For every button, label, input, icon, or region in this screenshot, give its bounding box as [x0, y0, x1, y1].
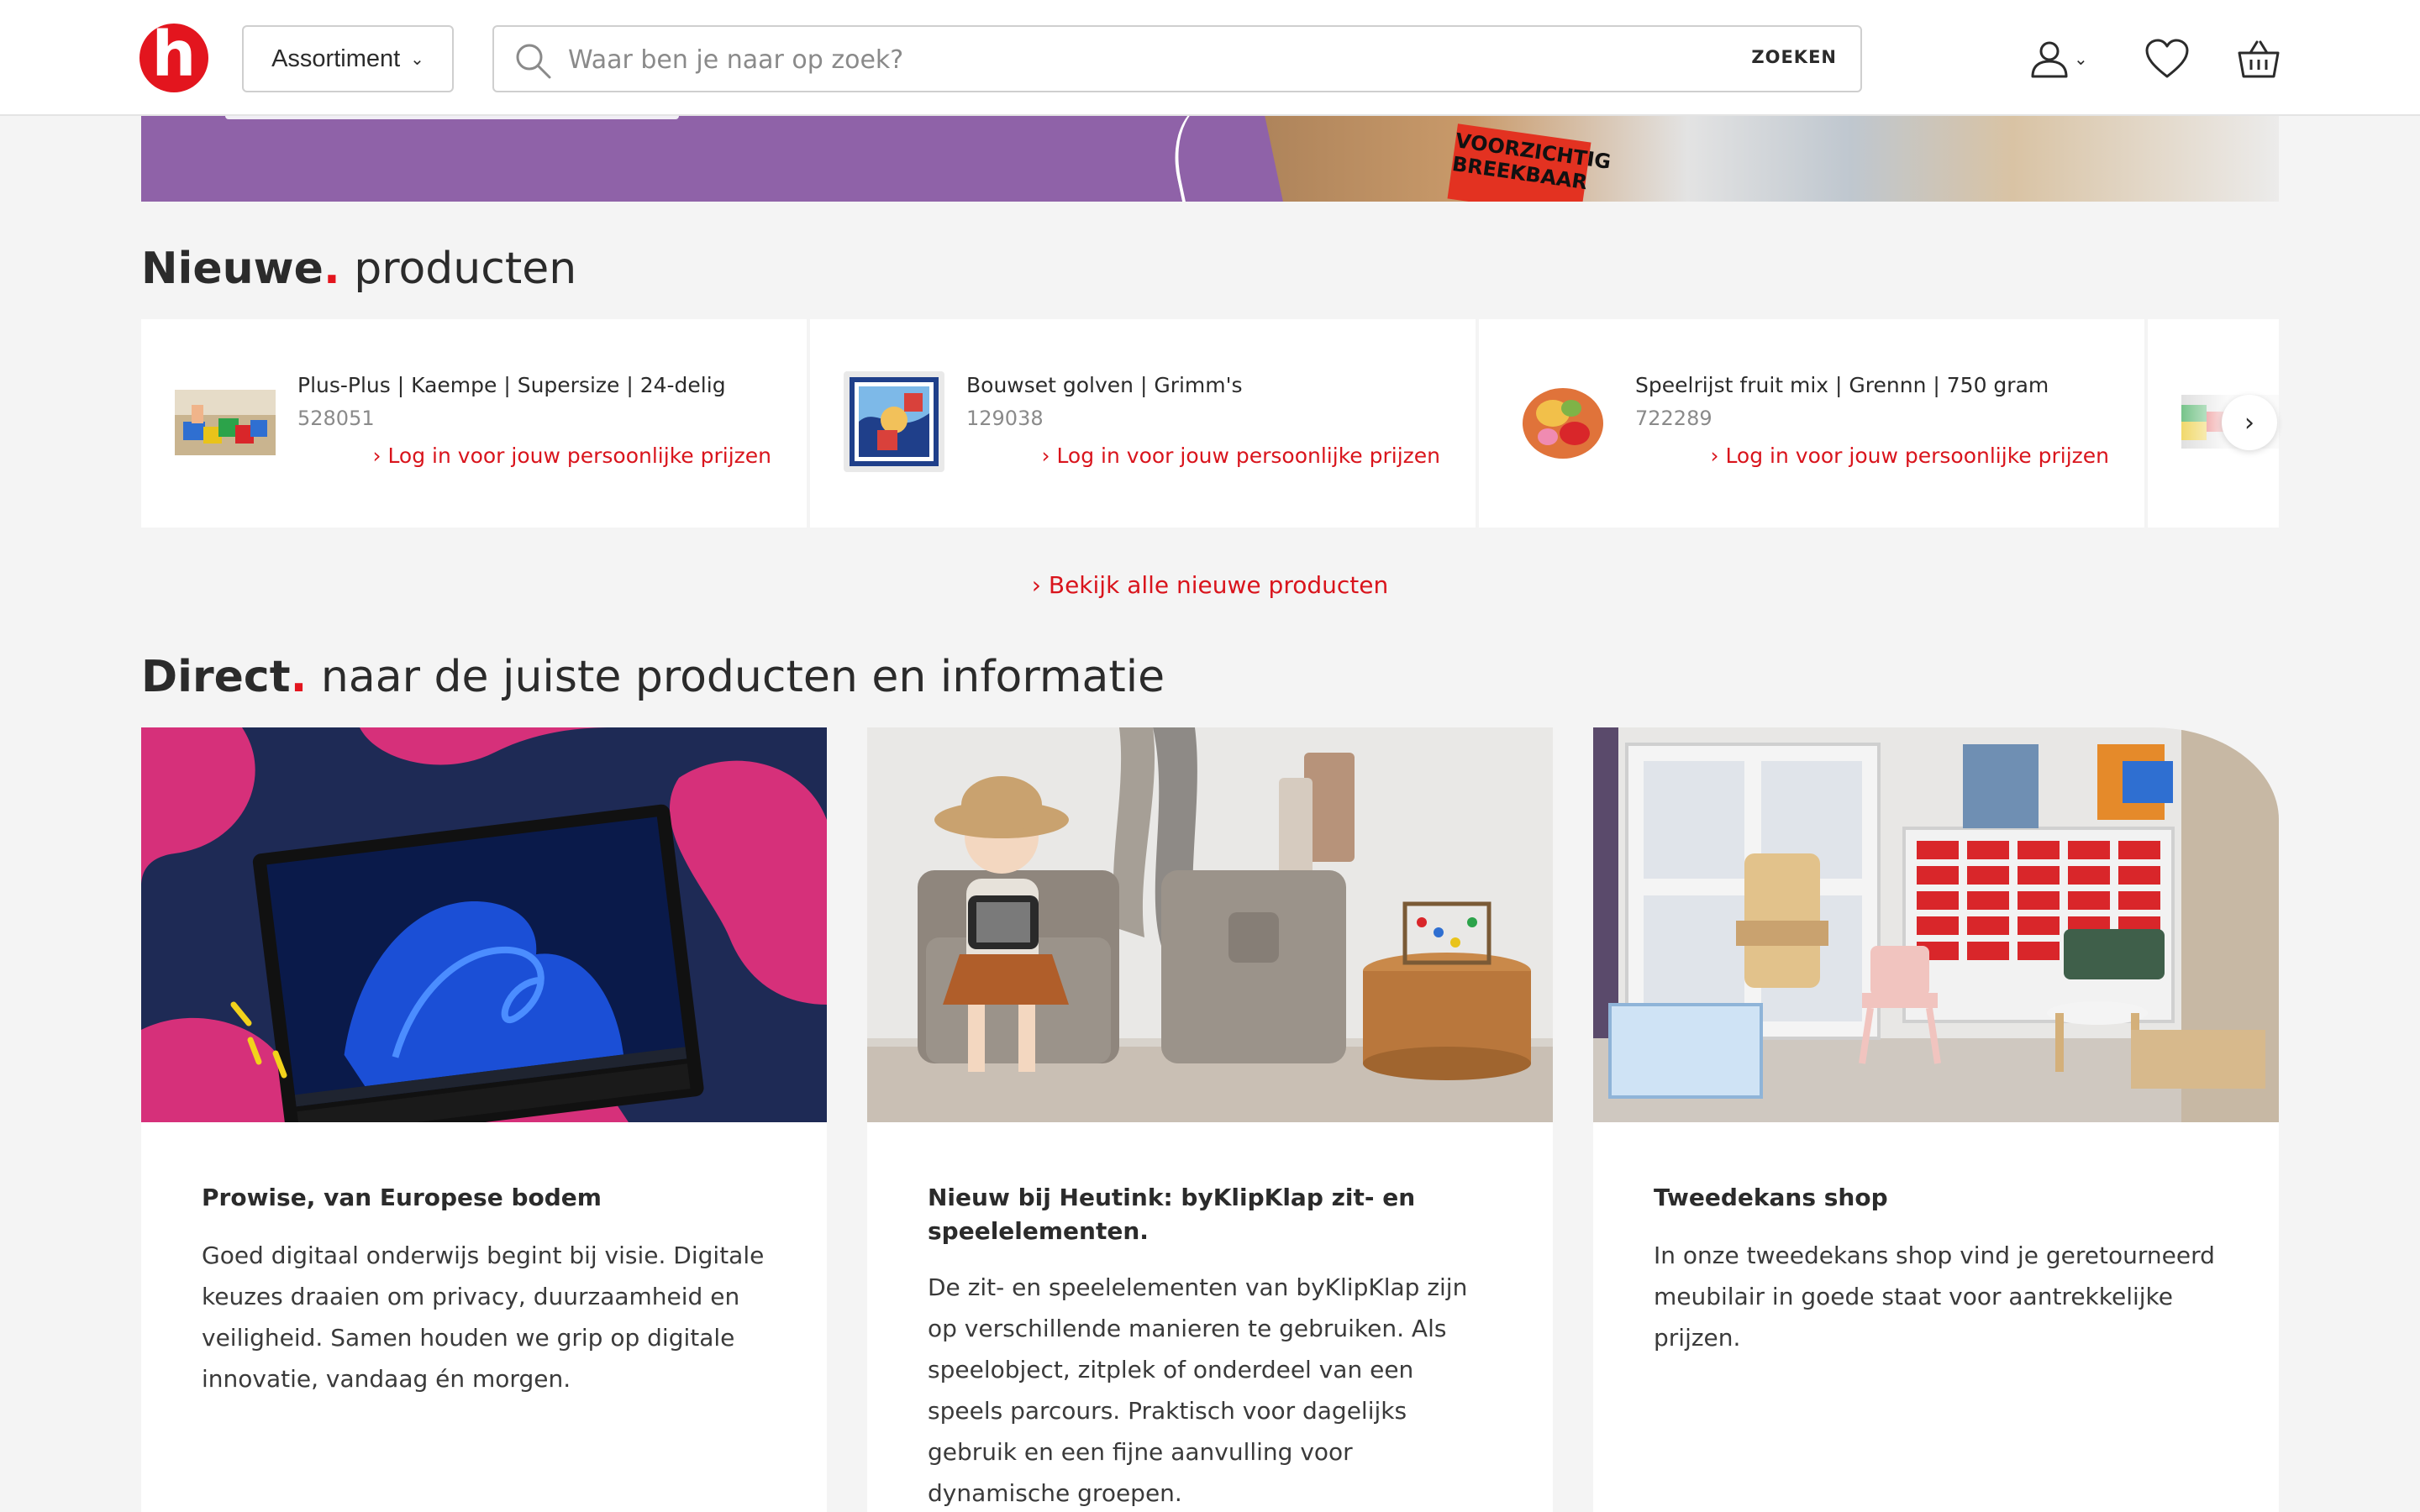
carousel-next-button[interactable]: ›: [2222, 395, 2277, 450]
prowise-image: [141, 727, 827, 1122]
title-bold: Nieuwe: [141, 244, 324, 294]
hero-banner[interactable]: VOORZICHTIG BREEKBAAR: [141, 116, 2279, 202]
search-input[interactable]: [568, 37, 1660, 82]
card-title[interactable]: Nieuw bij Heutink: byKlipKlap zit- en sp…: [928, 1181, 1492, 1248]
title-rest: naar de juiste producten en informatie: [307, 652, 1165, 702]
title-dot: .: [290, 652, 308, 702]
banner-button-edge: [225, 116, 679, 119]
card-text: Goed digitaal onderwijs begint bij visie…: [202, 1242, 765, 1393]
product-name[interactable]: Bouwset golven | Grimm's: [966, 373, 1243, 397]
site-header: h Assortiment ⌄ ZOEKEN ⌄: [0, 0, 2420, 116]
product-name[interactable]: Plus-Plus | Kaempe | Supersize | 24-deli…: [297, 373, 726, 397]
card-title[interactable]: Prowise, van Europese bodem: [202, 1181, 766, 1215]
title-dot: .: [323, 244, 340, 294]
logo-letter: h: [151, 18, 197, 91]
banner-photo: [1200, 116, 2279, 202]
card-text: In onze tweedekans shop vind je geretour…: [1654, 1242, 2215, 1352]
info-card-prowise[interactable]: Prowise, van Europese bodem Goed digitaa…: [141, 727, 827, 1512]
view-all-new-products-link[interactable]: › Bekijk alle nieuwe producten: [1032, 571, 1388, 599]
assortment-label: Assortiment: [271, 45, 401, 72]
banner-purple-area: [141, 116, 1234, 202]
info-card-byklipklap[interactable]: Nieuw bij Heutink: byKlipKlap zit- en sp…: [867, 727, 1553, 1512]
info-card-tweedekans[interactable]: Tweedekans shop In onze tweedekans shop …: [1593, 727, 2279, 1512]
title-bold: Direct: [141, 652, 291, 702]
product-image: [175, 371, 276, 472]
assortment-dropdown-button[interactable]: Assortiment ⌄: [242, 25, 454, 92]
new-products-title: Nieuwe. producten: [141, 244, 576, 294]
login-for-prices-link[interactable]: › Log in voor jouw persoonlijke prijzen: [373, 444, 772, 468]
product-card[interactable]: Plus-Plus | Kaempe | Supersize | 24-deli…: [141, 319, 807, 528]
card-title[interactable]: Tweedekans shop: [1654, 1181, 2218, 1215]
product-image: [844, 371, 944, 472]
tweedekans-image: [1593, 727, 2279, 1122]
search-icon: [516, 44, 551, 79]
chevron-down-icon: ⌄: [2074, 49, 2088, 69]
chevron-down-icon: ⌄: [410, 50, 424, 69]
basket-icon: [2238, 40, 2280, 78]
favorites-button[interactable]: [2144, 34, 2190, 84]
product-name[interactable]: Speelrijst fruit mix | Grennn | 750 gram: [1635, 373, 2049, 397]
search-button[interactable]: ZOEKEN: [1751, 47, 1837, 67]
new-products-carousel: Plus-Plus | Kaempe | Supersize | 24-deli…: [141, 319, 2279, 528]
view-all-new-products: › Bekijk alle nieuwe producten: [0, 571, 2420, 599]
login-for-prices-link[interactable]: › Log in voor jouw persoonlijke prijzen: [1711, 444, 2110, 468]
product-card[interactable]: Speelrijst fruit mix | Grennn | 750 gram…: [1479, 319, 2144, 528]
account-button[interactable]: ⌄: [2028, 34, 2088, 84]
login-for-prices-link[interactable]: › Log in voor jouw persoonlijke prijzen: [1042, 444, 1441, 468]
byklipklap-image: [867, 727, 1553, 1122]
product-card[interactable]: Bouwset golven | Grimm's 129038 › Log in…: [810, 319, 1476, 528]
product-code: 722289: [1635, 407, 1712, 430]
title-rest: producten: [339, 244, 577, 294]
product-code: 129038: [966, 407, 1044, 430]
direct-section-title: Direct. naar de juiste producten en info…: [141, 652, 1165, 702]
user-icon: [2031, 41, 2068, 78]
chevron-right-icon: ›: [2244, 407, 2254, 438]
search-bar: ZOEKEN: [492, 25, 1862, 92]
product-image: [1512, 371, 1613, 472]
basket-button[interactable]: [2237, 34, 2281, 84]
heutink-logo[interactable]: h: [139, 24, 208, 92]
heart-icon: [2145, 39, 2189, 78]
product-code: 528051: [297, 407, 375, 430]
card-text: De zit- en speelelementen van byKlipKlap…: [928, 1273, 1468, 1507]
